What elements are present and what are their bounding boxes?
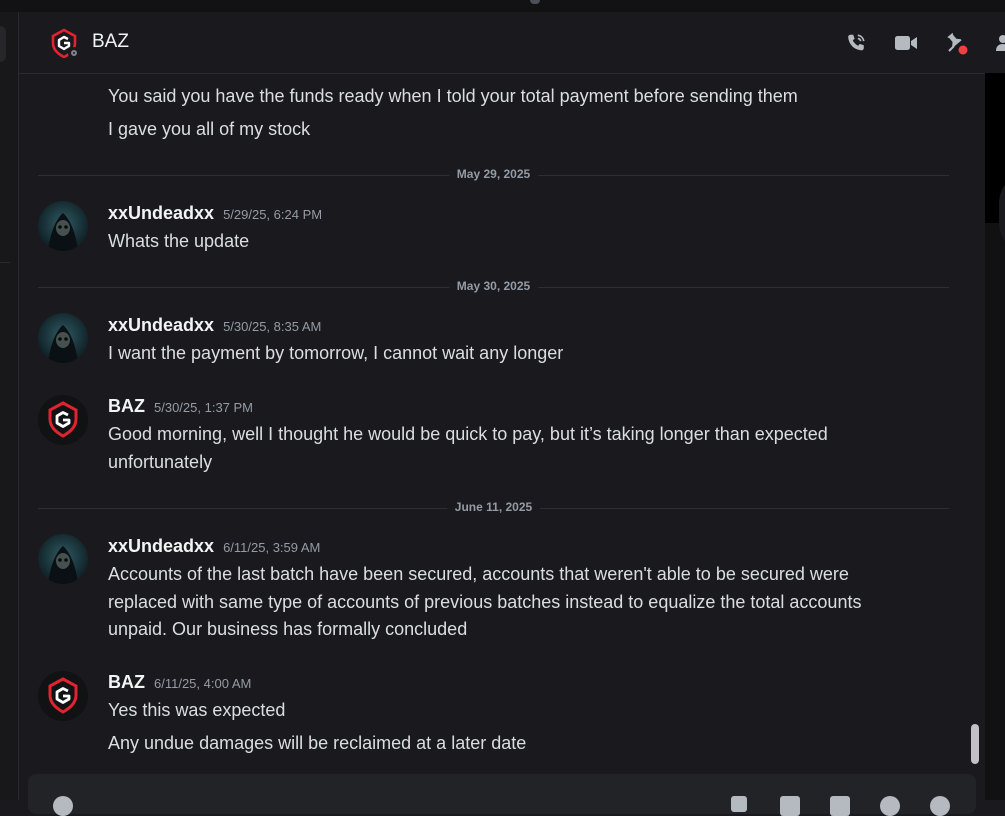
message-header: BAZ 5/30/25, 1:37 PM (108, 396, 253, 417)
scrollbar-thumb[interactable] (971, 724, 979, 764)
message-author[interactable]: xxUndeadxx (108, 315, 214, 335)
right-panel-edge (985, 73, 1005, 800)
video-camera-icon[interactable] (894, 31, 918, 55)
message-text: Accounts of the last batch have been sec… (108, 564, 849, 584)
gif-icon[interactable] (780, 796, 800, 816)
message-timestamp: 6/11/25, 3:59 AM (223, 540, 321, 555)
side-panel-edge (0, 12, 19, 800)
message-timestamp: 5/29/25, 6:24 PM (223, 207, 323, 222)
message-text: replaced with same type of accounts of p… (108, 592, 862, 612)
window-title-strip (0, 0, 1005, 12)
message-timestamp: 5/30/25, 1:37 PM (154, 400, 254, 415)
notification-dot (958, 45, 968, 55)
emoji-icon[interactable] (880, 796, 900, 816)
side-panel-tab[interactable] (0, 26, 6, 62)
message-author[interactable]: xxUndeadxx (108, 203, 214, 223)
window-handle[interactable] (530, 0, 540, 4)
message-author[interactable]: BAZ (108, 672, 145, 692)
undead-avatar-image (38, 201, 88, 251)
pin-icon[interactable] (944, 31, 968, 55)
offline-status-icon (68, 47, 80, 59)
message-composer[interactable] (28, 774, 976, 816)
add-attachment-icon[interactable] (53, 796, 73, 816)
gift-icon[interactable] (731, 796, 747, 812)
avatar[interactable] (38, 313, 88, 363)
avatar[interactable] (38, 671, 88, 721)
avatar[interactable] (38, 534, 88, 584)
sticker-icon[interactable] (830, 796, 850, 816)
undead-avatar-image (38, 313, 88, 363)
side-panel-divider (0, 74, 10, 263)
message-author[interactable]: xxUndeadxx (108, 536, 214, 556)
message-timestamp: 5/30/25, 8:35 AM (223, 319, 322, 334)
avatar[interactable] (38, 395, 88, 445)
message-text: unpaid. Our business has formally conclu… (108, 619, 468, 639)
message-header: xxUndeadxx 5/30/25, 8:35 AM (108, 315, 321, 336)
message-text: You said you have the funds ready when I… (108, 86, 798, 106)
date-divider: June 11, 2025 (38, 500, 949, 514)
date-divider-label: May 29, 2025 (448, 167, 539, 181)
message-text: Any undue damages will be reclaimed at a… (108, 733, 527, 753)
message-header: BAZ 6/11/25, 4:00 AM (108, 672, 251, 693)
date-divider: May 29, 2025 (38, 167, 949, 181)
message-timestamp: 6/11/25, 4:00 AM (154, 676, 252, 691)
baz-shield-logo (38, 395, 88, 445)
channel-title: BAZ (92, 31, 129, 52)
phone-call-icon[interactable] (844, 31, 868, 55)
message-author[interactable]: BAZ (108, 396, 145, 416)
apps-icon[interactable] (930, 796, 950, 816)
message-header: xxUndeadxx 5/29/25, 6:24 PM (108, 203, 322, 224)
channel-header: BAZ (19, 12, 1005, 74)
date-divider-label: June 11, 2025 (446, 500, 541, 514)
undead-avatar-image (38, 534, 88, 584)
avatar[interactable] (38, 201, 88, 251)
message-list[interactable]: You said you have the funds ready when I… (19, 74, 985, 774)
message-text: Good morning, well I thought he would be… (108, 424, 828, 444)
message-header: xxUndeadxx 6/11/25, 3:59 AM (108, 536, 320, 557)
members-icon[interactable] (994, 31, 1005, 55)
message-text: I want the payment by tomorrow, I cannot… (108, 343, 564, 363)
message-text: unfortunately (108, 452, 213, 472)
date-divider: May 30, 2025 (38, 279, 949, 293)
message-text: I gave you all of my stock (108, 119, 311, 139)
date-divider-label: May 30, 2025 (448, 279, 539, 293)
message-text: Whats the update (108, 231, 250, 251)
baz-shield-logo (38, 671, 88, 721)
message-text: Yes this was expected (108, 700, 286, 720)
